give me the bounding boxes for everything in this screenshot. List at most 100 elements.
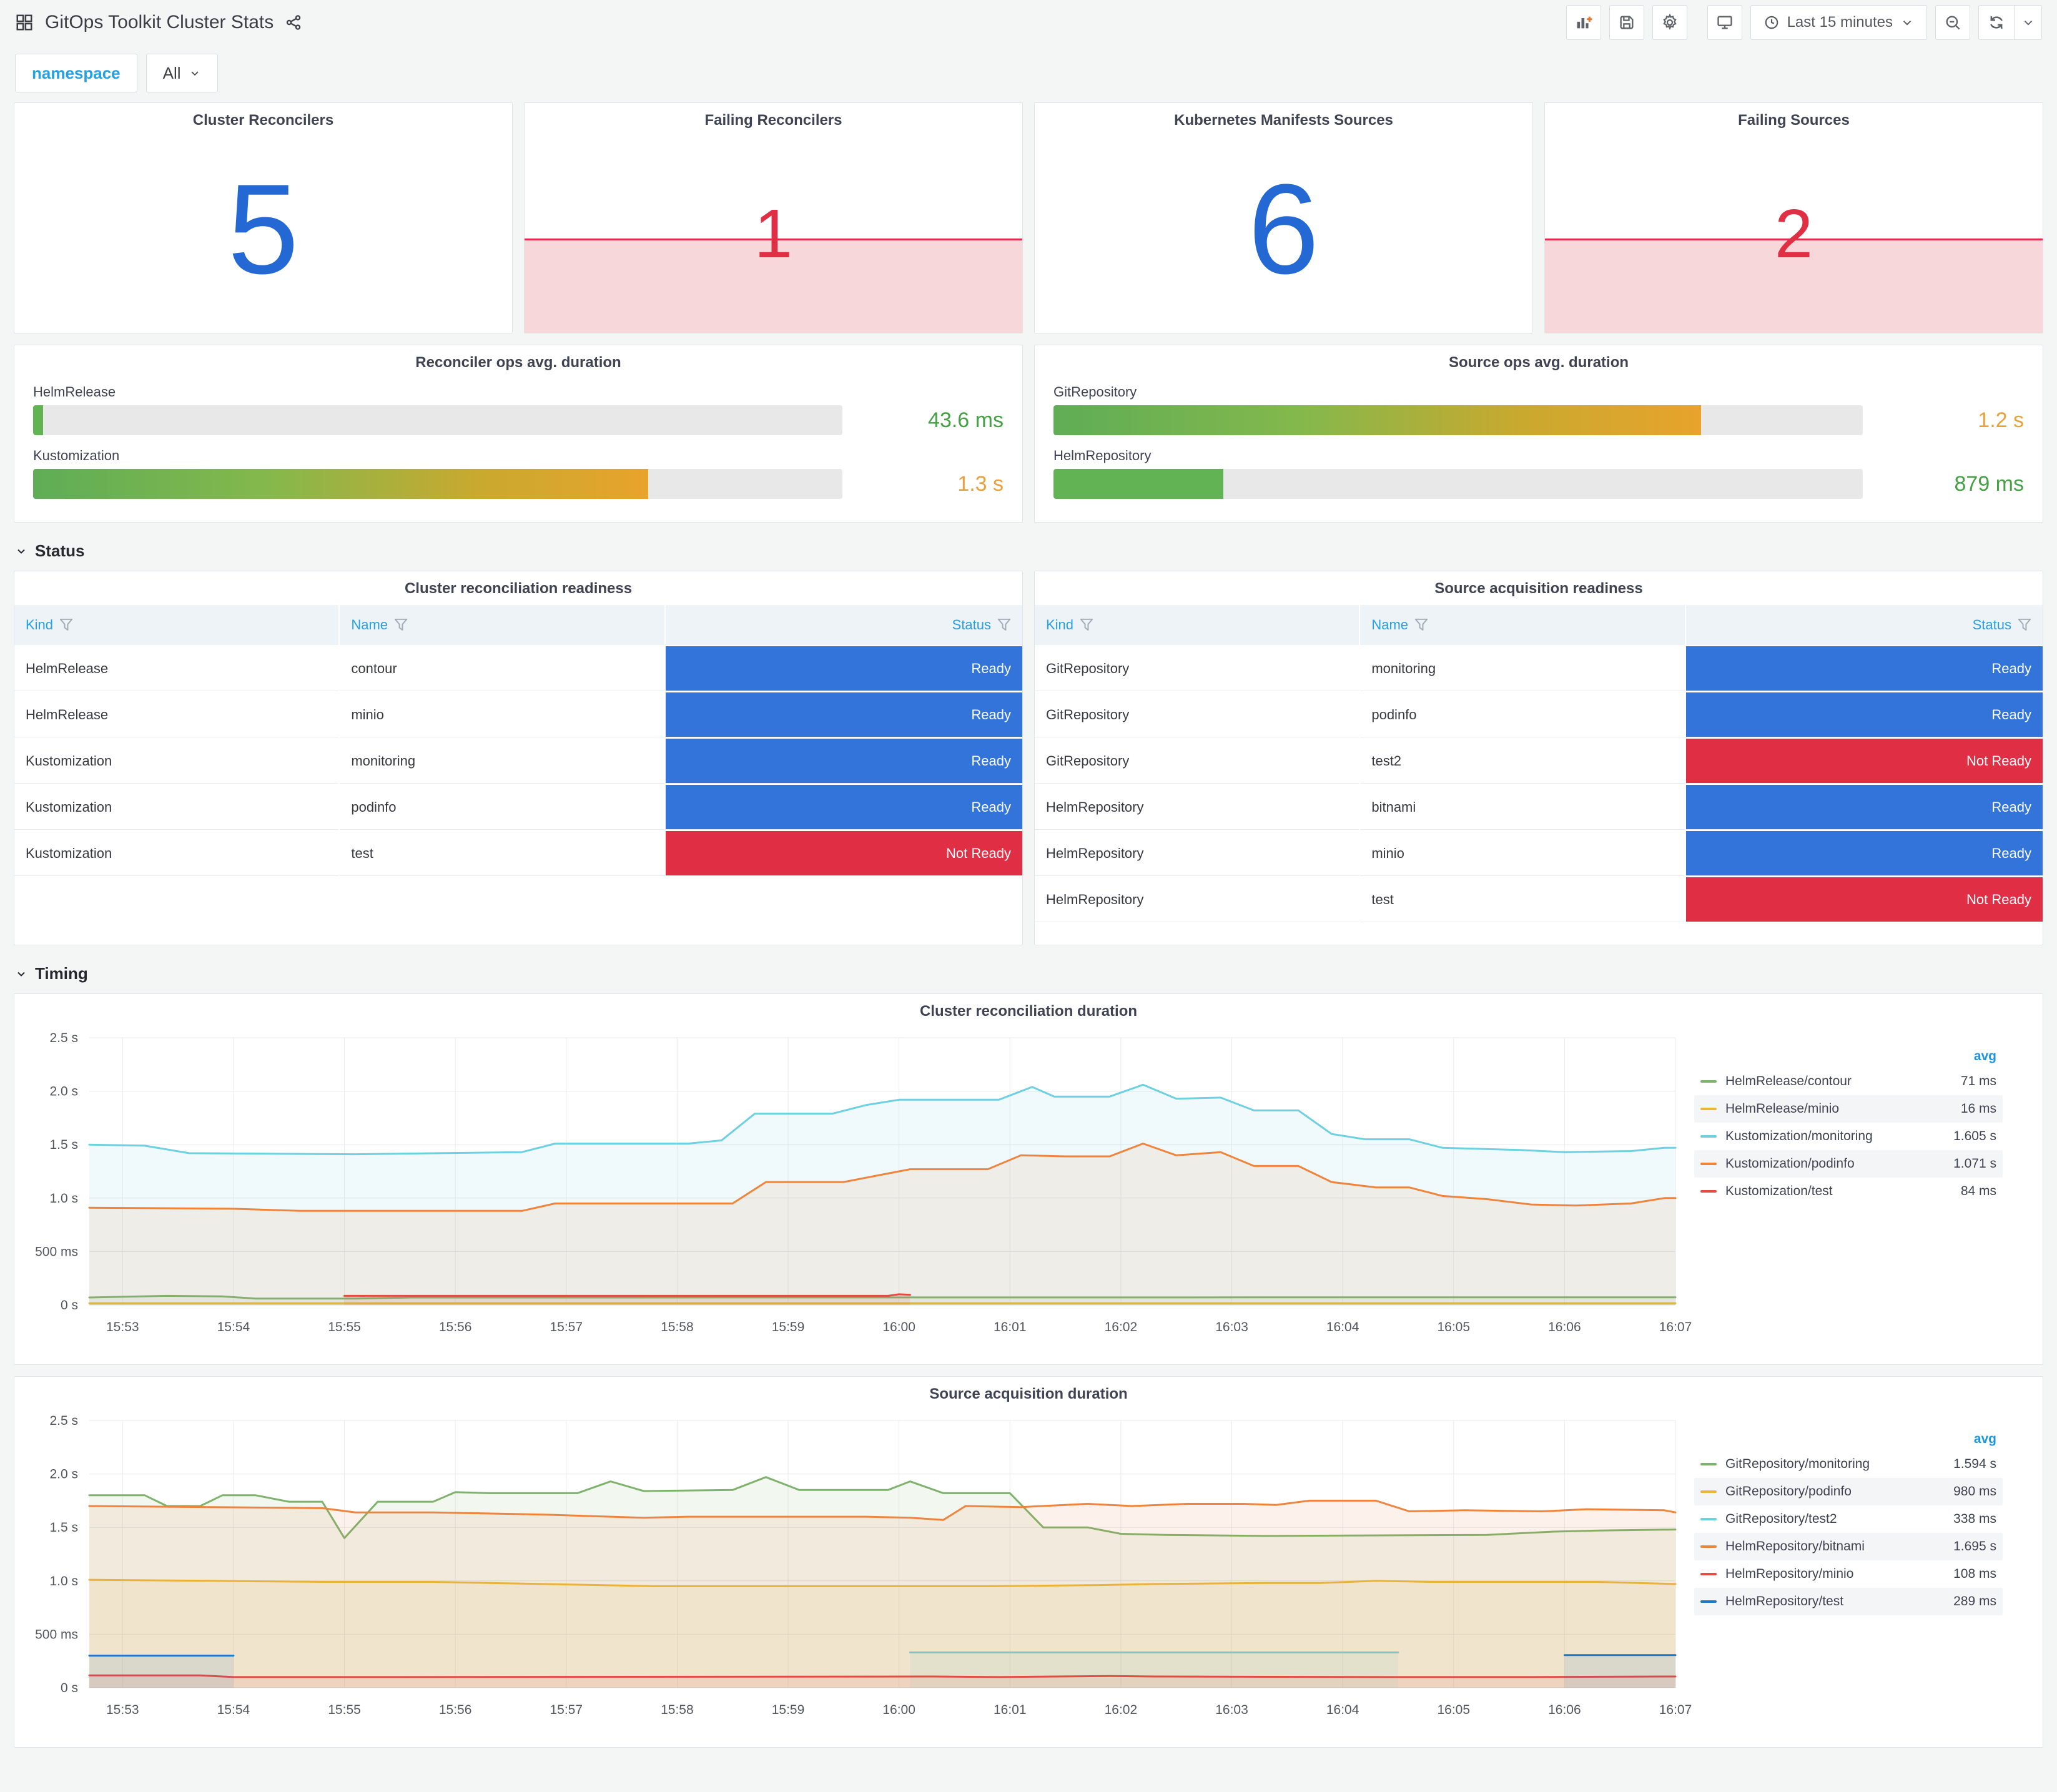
filter-funnel-icon[interactable] [2018,618,2031,632]
svg-text:2.0 s: 2.0 s [49,1467,78,1482]
legend-item[interactable]: Kustomization/podinfo 1.071 s [1694,1150,2003,1178]
legend-item[interactable]: HelmRepository/minio 108 ms [1694,1560,2003,1588]
refresh-interval-dropdown[interactable] [2014,6,2041,39]
readiness-table: Kind Name Status GitRepository monitoring Rea… [1035,605,2043,922]
legend-item[interactable]: HelmRelease/minio 16 ms [1694,1095,2003,1123]
cell-kind: HelmRepository [1035,831,1359,876]
column-header-status[interactable]: Status [1685,605,2043,645]
svg-text:15:55: 15:55 [328,1320,361,1334]
legend-item[interactable]: GitRepository/test2 338 ms [1694,1505,2003,1533]
svg-text:15:58: 15:58 [661,1703,694,1717]
legend-item[interactable]: HelmRepository/test 289 ms [1694,1588,2003,1615]
legend-item[interactable]: GitRepository/podinfo 980 ms [1694,1478,2003,1505]
legend-series-name: GitRepository/test2 [1725,1512,1837,1526]
gauge-line: 1.2 s [1053,405,2024,435]
legend-series-avg: 1.071 s [1953,1156,1996,1171]
timeseries-panel: Cluster reconciliation duration 0 s 500 ms… [14,993,2043,1365]
stat-panel[interactable]: Kubernetes Manifests Sources 6 [1034,102,1533,333]
gauge-row: HelmRelease 43.6 ms [33,384,1004,435]
stat-panel[interactable]: Failing Sources 2 [1544,102,2043,333]
add-panel-button[interactable] [1566,5,1601,40]
dashboard-grid-icon[interactable] [15,13,34,32]
gauge-row: GitRepository 1.2 s [1053,384,2024,435]
legend-series-avg: 338 ms [1953,1512,1996,1526]
svg-text:15:53: 15:53 [106,1703,139,1717]
section-timing[interactable]: Timing [15,964,2042,983]
share-icon[interactable] [285,14,302,31]
status-badge: Not Ready [1685,877,2043,922]
stat-panel[interactable]: Cluster Reconcilers 5 [14,102,513,333]
gauge-row-label: Kustomization [33,448,120,463]
svg-text:16:01: 16:01 [994,1320,1027,1334]
filter-funnel-icon[interactable] [394,618,408,632]
filter-funnel-icon[interactable] [997,618,1011,632]
cell-name: monitoring [1360,646,1685,691]
column-header-name[interactable]: Name [340,605,664,645]
legend-series-name: GitRepository/podinfo [1725,1484,1852,1499]
cell-name: podinfo [1360,692,1685,737]
svg-text:500 ms: 500 ms [35,1627,78,1642]
dashboard-settings-button[interactable] [1652,5,1687,40]
gauge-bar-fill [1053,469,1224,499]
legend-series-dash [1700,1490,1717,1493]
legend-item[interactable]: Kustomization/monitoring 1.605 s [1694,1123,2003,1150]
legend-series-dash [1700,1163,1717,1165]
chevron-down-icon [17,972,25,977]
save-dashboard-button[interactable] [1609,5,1644,40]
status-badge: Ready [665,739,1022,784]
column-header-name[interactable]: Name [1360,605,1685,645]
legend-item[interactable]: GitRepository/monitoring 1.594 s [1694,1450,2003,1478]
time-range-label: Last 15 minutes [1787,14,1893,31]
section-status[interactable]: Status [15,541,2042,561]
time-range-picker[interactable]: Last 15 minutes [1750,5,1927,40]
bar-gauge-panel[interactable]: Source ops avg. duration GitRepository 1.2… [1034,345,2043,523]
svg-text:15:58: 15:58 [661,1320,694,1334]
legend-avg-header[interactable]: avg [1694,1429,2003,1450]
svg-text:15:53: 15:53 [106,1320,139,1334]
namespace-filter-dropdown[interactable]: All [146,54,218,92]
gauge-row-label: GitRepository [1053,384,1137,400]
legend-series-dash [1700,1190,1717,1193]
legend-series-dash [1700,1135,1717,1138]
svg-text:0 s: 0 s [61,1681,78,1695]
stats-row: Cluster Reconcilers 5 Failing Reconcilers 1… [14,102,2043,333]
bar-gauge-panel[interactable]: Reconciler ops avg. duration HelmRelease 4… [14,345,1023,523]
cell-kind: GitRepository [1035,692,1359,737]
filter-funnel-icon[interactable] [1080,618,1093,632]
zoom-out-button[interactable] [1935,5,1970,40]
svg-text:0 s: 0 s [61,1298,78,1312]
stat-panel[interactable]: Failing Reconcilers 1 [524,102,1023,333]
column-header-kind[interactable]: Kind [1035,605,1359,645]
legend-avg-header[interactable]: avg [1694,1046,2003,1068]
status-badge: Ready [1685,646,2043,691]
readiness-table-panel: Source acquisition readiness Kind Name Stat… [1034,571,2043,945]
legend-series-name: HelmRepository/test [1725,1594,1844,1608]
chart-title: Cluster reconciliation duration [919,1003,1138,1020]
svg-text:16:03: 16:03 [1215,1703,1248,1717]
refresh-button[interactable] [1979,6,2014,39]
chart-plot-area[interactable]: 0 s 500 ms 1.0 s 1.5 s 2.0 s 2.5 s 15:53 15:54 1… [14,1407,1694,1731]
legend-item[interactable]: HelmRepository/bitnami 1.695 s [1694,1533,2003,1560]
column-header-kind[interactable]: Kind [14,605,339,645]
legend-item[interactable]: Kustomization/test 84 ms [1694,1178,2003,1205]
cell-name: minio [340,692,664,737]
legend-series-name: Kustomization/monitoring [1725,1129,1873,1143]
column-header-status[interactable]: Status [665,605,1022,645]
svg-text:16:06: 16:06 [1548,1320,1581,1334]
filter-funnel-icon[interactable] [1414,618,1428,632]
filter-funnel-icon[interactable] [59,618,73,632]
tv-mode-button[interactable] [1707,5,1742,40]
legend-item[interactable]: HelmRelease/contour 71 ms [1694,1068,2003,1095]
gauge-value: 879 ms [1954,471,2025,496]
dashboard-header: GitOps Toolkit Cluster Stats Last 15 min… [0,0,2057,42]
cell-name: bitnami [1360,785,1685,830]
svg-text:15:59: 15:59 [772,1320,805,1334]
namespace-filter-value: All [162,63,181,82]
svg-text:1.0 s: 1.0 s [49,1191,78,1206]
status-badge: Not Ready [665,831,1022,876]
svg-text:16:04: 16:04 [1326,1320,1359,1334]
legend-series-avg: 289 ms [1953,1594,1996,1608]
chart-plot-area[interactable]: 0 s 500 ms 1.0 s 1.5 s 2.0 s 2.5 s 15:53 15:54 1… [14,1024,1694,1349]
cell-kind: HelmRepository [1035,877,1359,922]
section-status-label: Status [35,541,85,560]
